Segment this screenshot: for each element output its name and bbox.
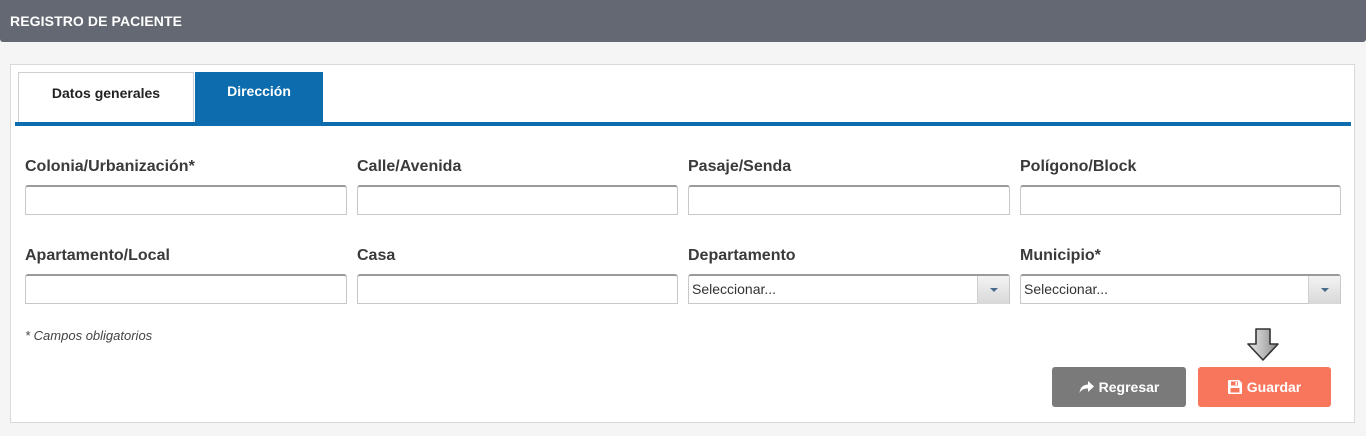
- tab-underline: [15, 122, 1351, 126]
- pasaje-input[interactable]: [688, 185, 1010, 215]
- departamento-selected-value: Seleccionar...: [692, 281, 777, 297]
- municipio-select[interactable]: Seleccionar...: [1020, 274, 1341, 304]
- regresar-label: Regresar: [1098, 379, 1160, 395]
- guardar-button[interactable]: Guardar: [1198, 367, 1331, 407]
- share-arrow-icon: [1079, 380, 1094, 393]
- tab-direccion[interactable]: Dirección: [195, 72, 323, 122]
- apartamento-label: Apartamento/Local: [25, 247, 170, 264]
- chevron-down-icon[interactable]: [977, 276, 1009, 304]
- colonia-input[interactable]: [25, 185, 347, 215]
- page-header: REGISTRO DE PACIENTE: [0, 0, 1366, 42]
- page-title: REGISTRO DE PACIENTE: [10, 13, 183, 29]
- municipio-selected-value: Seleccionar...: [1024, 281, 1109, 297]
- colonia-label: Colonia/Urbanización*: [25, 158, 195, 175]
- form-panel: Datos generales Dirección Colonia/Urbani…: [10, 64, 1355, 423]
- guardar-label: Guardar: [1246, 379, 1302, 395]
- departamento-select[interactable]: Seleccionar...: [688, 274, 1010, 304]
- municipio-label: Municipio*: [1020, 247, 1101, 264]
- calle-input[interactable]: [357, 185, 678, 215]
- poligono-input[interactable]: [1020, 185, 1341, 215]
- regresar-button[interactable]: Regresar: [1052, 367, 1186, 407]
- chevron-down-icon[interactable]: [1308, 276, 1340, 304]
- floppy-disk-icon: [1227, 380, 1242, 394]
- down-arrow-pointer-icon: [1247, 328, 1279, 361]
- tab-datos-generales[interactable]: Datos generales: [18, 72, 194, 122]
- casa-label: Casa: [357, 247, 396, 264]
- poligono-label: Polígono/Block: [1020, 158, 1137, 175]
- departamento-label: Departamento: [688, 247, 796, 264]
- apartamento-input[interactable]: [25, 274, 347, 304]
- pasaje-label: Pasaje/Senda: [688, 158, 792, 175]
- casa-input[interactable]: [357, 274, 678, 304]
- required-fields-note: * Campos obligatorios: [25, 328, 153, 343]
- calle-label: Calle/Avenida: [357, 158, 462, 175]
